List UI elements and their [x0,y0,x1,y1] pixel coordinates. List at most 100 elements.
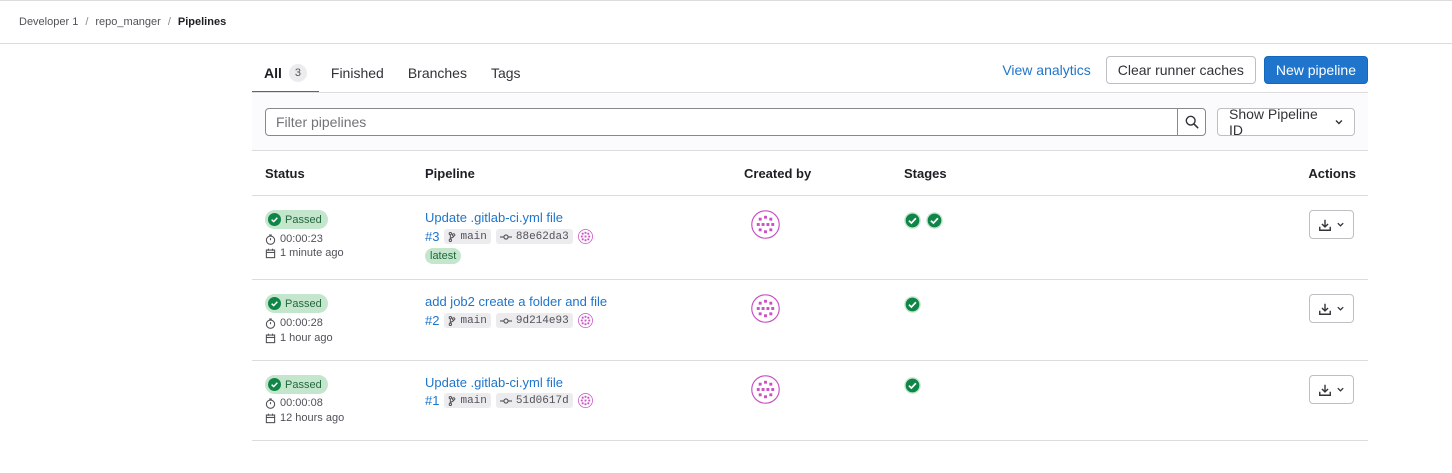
branch-name: main [460,230,487,243]
duration: 00:00:08 [265,397,323,409]
download-icon [1319,384,1331,396]
status-badge[interactable]: Passed [265,294,328,313]
finished-time: 12 hours ago [265,412,344,424]
status-success-icon [268,378,281,391]
header-stages: Stages [904,166,947,181]
chevron-down-icon [1337,306,1344,311]
stage-passed-icon[interactable] [904,212,921,229]
timer-icon [265,317,276,329]
finished-time: 1 hour ago [265,332,333,344]
created-by-avatar[interactable] [751,294,780,323]
commit-sha-text: 9d214e93 [515,314,569,327]
tab-all[interactable]: All 3 [252,52,319,93]
tab-branches[interactable]: Branches [396,52,479,93]
created-by-avatar[interactable] [751,375,780,404]
chevron-down-icon [1335,120,1343,125]
branch-icon [449,395,456,406]
commit-sha[interactable]: 88e62da3 [495,229,573,244]
header-created-by: Created by [744,166,812,181]
download-artifacts-dropdown[interactable] [1309,375,1354,404]
chevron-down-icon [1337,222,1344,227]
pipeline-id-link[interactable]: #3 [425,229,439,244]
commit-icon [499,233,512,240]
commit-author-avatar[interactable] [577,393,593,408]
breadcrumb-item-project[interactable]: repo_manger [95,16,160,28]
branch-ref[interactable]: main [444,313,491,328]
view-analytics-link[interactable]: View analytics [995,62,1097,78]
commit-sha[interactable]: 51d0617d [495,393,573,408]
tabs-divider [252,92,1368,93]
header-status: Status [265,166,305,181]
table-header: Status Pipeline Created by Stages Action… [252,152,1368,196]
duration-text: 00:00:23 [280,233,323,245]
branch-icon [449,231,456,242]
status-badge[interactable]: Passed [265,210,328,229]
tab-all-label: All [264,64,282,81]
chevron-down-icon [1337,387,1344,392]
finished-time: 1 minute ago [265,247,344,259]
table-row: Passed 00:00:28 1 hour ago add job2 crea… [252,280,1368,361]
duration-text: 00:00:08 [280,397,323,409]
finished-time-text: 12 hours ago [280,412,345,424]
duration: 00:00:28 [265,317,323,329]
pipeline-identifiers: #3 main 88e62da3 [425,229,593,244]
commit-sha[interactable]: 9d214e93 [495,313,573,328]
calendar-icon [265,333,276,343]
timer-icon [265,397,276,409]
tab-finished-label: Finished [330,64,384,81]
calendar-icon [265,248,276,258]
header-pipeline: Pipeline [425,166,475,181]
filter-pipelines-input[interactable]: Filter pipelines [265,108,1178,136]
branch-ref[interactable]: main [444,229,491,244]
show-pipeline-id-dropdown[interactable]: Show Pipeline ID [1217,106,1355,138]
table-row: Passed 00:00:23 1 minute ago Update .git… [252,196,1368,280]
branch-icon [449,315,456,326]
pipeline-id-link[interactable]: #2 [425,313,439,328]
pipeline-identifiers: #2 main 9d214e93 [425,313,593,328]
filter-placeholder: Filter pipelines [276,114,367,130]
commit-author-avatar[interactable] [577,313,593,328]
pipeline-commit-title[interactable]: Update .gitlab-ci.yml file [425,210,563,225]
breadcrumb: Developer 1 / repo_manger / Pipelines [0,1,1452,44]
breadcrumb-separator: / [85,16,89,28]
download-artifacts-dropdown[interactable] [1309,210,1354,239]
tab-all-count-badge: 3 [288,63,307,82]
status-label: Passed [285,213,322,226]
stage-passed-icon[interactable] [904,377,921,394]
pipeline-id-link[interactable]: #1 [425,393,439,408]
calendar-icon [265,413,276,423]
pipeline-commit-title[interactable]: add job2 create a folder and file [425,294,607,309]
branch-ref[interactable]: main [444,393,491,408]
branch-name: main [460,394,487,407]
new-pipeline-button[interactable]: New pipeline [1263,56,1368,84]
status-success-icon [268,297,281,310]
branch-name: main [460,314,487,327]
tab-tags[interactable]: Tags [479,52,533,93]
pipeline-scope-tabs: All 3 Finished Branches Tags [252,52,533,93]
download-artifacts-dropdown[interactable] [1309,294,1354,323]
stage-passed-icon[interactable] [926,212,943,229]
stage-passed-icon[interactable] [904,296,921,313]
created-by-avatar[interactable] [751,210,780,239]
status-badge[interactable]: Passed [265,375,328,394]
finished-time-text: 1 minute ago [280,247,344,259]
clear-runner-caches-button[interactable]: Clear runner caches [1105,56,1256,84]
commit-author-avatar[interactable] [577,229,593,244]
download-icon [1319,219,1331,231]
status-success-icon [268,213,281,226]
header-actions: Actions [1308,166,1356,181]
pipeline-commit-title[interactable]: Update .gitlab-ci.yml file [425,375,563,390]
show-pipeline-id-label: Show Pipeline ID [1229,106,1318,138]
latest-badge: latest [425,248,462,264]
breadcrumb-item-current[interactable]: Pipelines [178,16,226,28]
commit-icon [499,317,512,324]
breadcrumb-item-group[interactable]: Developer 1 [19,16,78,28]
pipeline-identifiers: #1 main 51d0617d [425,393,593,408]
duration: 00:00:23 [265,233,323,245]
commit-sha-text: 51d0617d [515,394,569,407]
filter-search-button[interactable] [1177,108,1206,136]
timer-icon [265,233,276,245]
commit-sha-text: 88e62da3 [515,230,569,243]
tab-finished[interactable]: Finished [319,52,396,93]
header-actions: View analytics Clear runner caches New p… [995,56,1368,84]
